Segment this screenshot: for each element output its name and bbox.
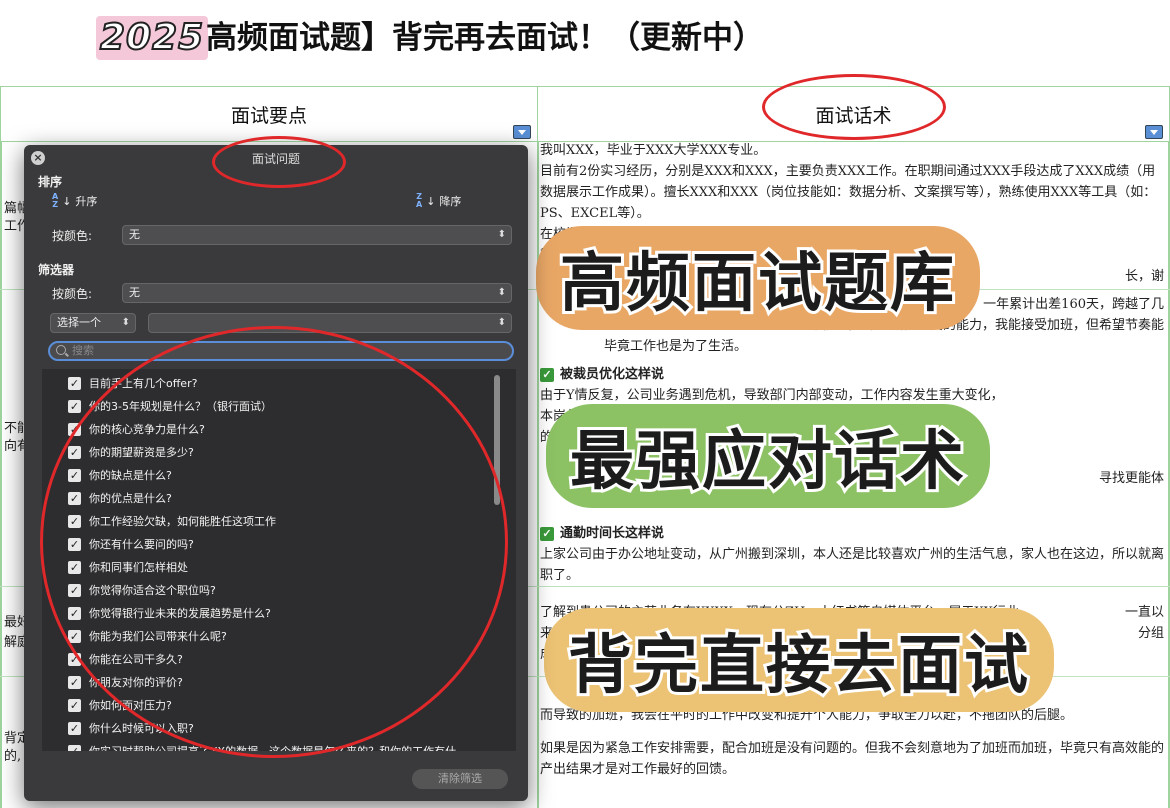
sticker-best-scripts: 最强应对话术 [546,404,990,508]
check-icon: ✓ [540,367,554,382]
sort-ascending-label: 升序 [75,195,98,208]
clear-filter-button[interactable]: 清除筛选 [412,769,508,789]
sort-za-icon: ZA [416,192,423,209]
page-title: 高频面试题】背完再去面试！（更新中） [206,20,764,56]
checkbox-checked[interactable]: ✓ [68,698,81,712]
sticker-go-interview: 背完直接去面试 [544,608,1054,712]
search-icon [56,345,66,355]
year-badge: 2025 [96,16,209,60]
checkbox-checked[interactable]: ✓ [68,376,81,390]
filter-dropdown-icon[interactable] [1145,125,1163,139]
subhead-text: 被裁员优化这样说 [560,367,665,382]
sort-by-color-label: 按颜色: [52,229,93,243]
column-header-key-points[interactable]: 面试要点 [0,86,538,142]
filter-by-color-label: 按颜色: [52,287,93,301]
sort-arrow-icon: ↓ [62,194,72,208]
sort-descending-button[interactable]: Z A ↓ 降序 [416,193,461,209]
filter-section-label: 筛选器 [38,263,75,277]
cell-subhead: ✓ 通勤时间长这样说 [540,523,1164,544]
sticker-question-bank: 高频面试题库 [536,226,980,330]
grid-line [1168,142,1170,808]
check-icon: ✓ [540,526,554,541]
checkbox-checked[interactable]: ✓ [68,744,81,751]
annotation-circle [212,136,346,188]
cell-line: 由于Y情反复，公司业务遇到危机，导致部门内部变动，工作内容发生重大变化， [540,388,1004,403]
sort-az-icon: AZ [52,192,59,209]
grid-line [537,142,539,808]
annotation-circle [40,326,508,758]
sort-color-select[interactable]: 无 [122,225,512,245]
cell-line: 如果是因为紧急工作安排需要，配合加班是没有问题的。但我不会刻意地为了加班而加班，… [540,741,1165,777]
condition-value-select[interactable] [148,313,512,333]
sort-section-label: 排序 [38,175,63,189]
annotation-circle [762,74,946,140]
script-cell-commute: ✓ 通勤时间长这样说 上家公司由于办公地址变动，从广州搬到深圳，本人还是比较喜欢广… [540,523,1164,586]
column-header-label: 面试要点 [230,104,307,127]
subhead-text: 通勤时间长这样说 [560,526,665,541]
search-placeholder: 搜索 [72,344,94,357]
checkbox-checked[interactable]: ✓ [68,399,81,413]
sort-descending-label: 降序 [439,195,462,208]
filter-dropdown-icon[interactable] [513,125,531,139]
checkbox-checked[interactable]: ✓ [68,721,81,735]
sort-arrow-icon: ↓ [426,194,436,208]
condition-select[interactable]: 选择一个 [50,313,136,333]
grid-line [0,142,2,808]
cell-line: 上家公司由于办公地址变动，从广州搬到深圳，本人还是比较喜欢广州的生活气息，家人也… [540,547,1165,583]
cell-line: 我叫XXX，毕业于XXX大学XXX专业。 [540,143,767,158]
filter-color-select[interactable]: 无 [122,283,512,303]
page-title-bar: 2025 高频面试题】背完再去面试！（更新中） [0,0,1170,86]
sort-ascending-button[interactable]: A Z ↓ 升序 [52,193,97,209]
cell-text: 的, [4,749,22,764]
cell-line: 目前有2份实习经历，分别是XXX和XXX，主要负责XXX工作。在职期间通过XXX… [540,164,1157,221]
checkbox-checked[interactable]: ✓ [68,675,81,689]
cell-line: 毕竟工作也是为了生活。 [604,339,748,354]
cell-subhead: ✓ 被裁员优化这样说 [540,364,1164,385]
